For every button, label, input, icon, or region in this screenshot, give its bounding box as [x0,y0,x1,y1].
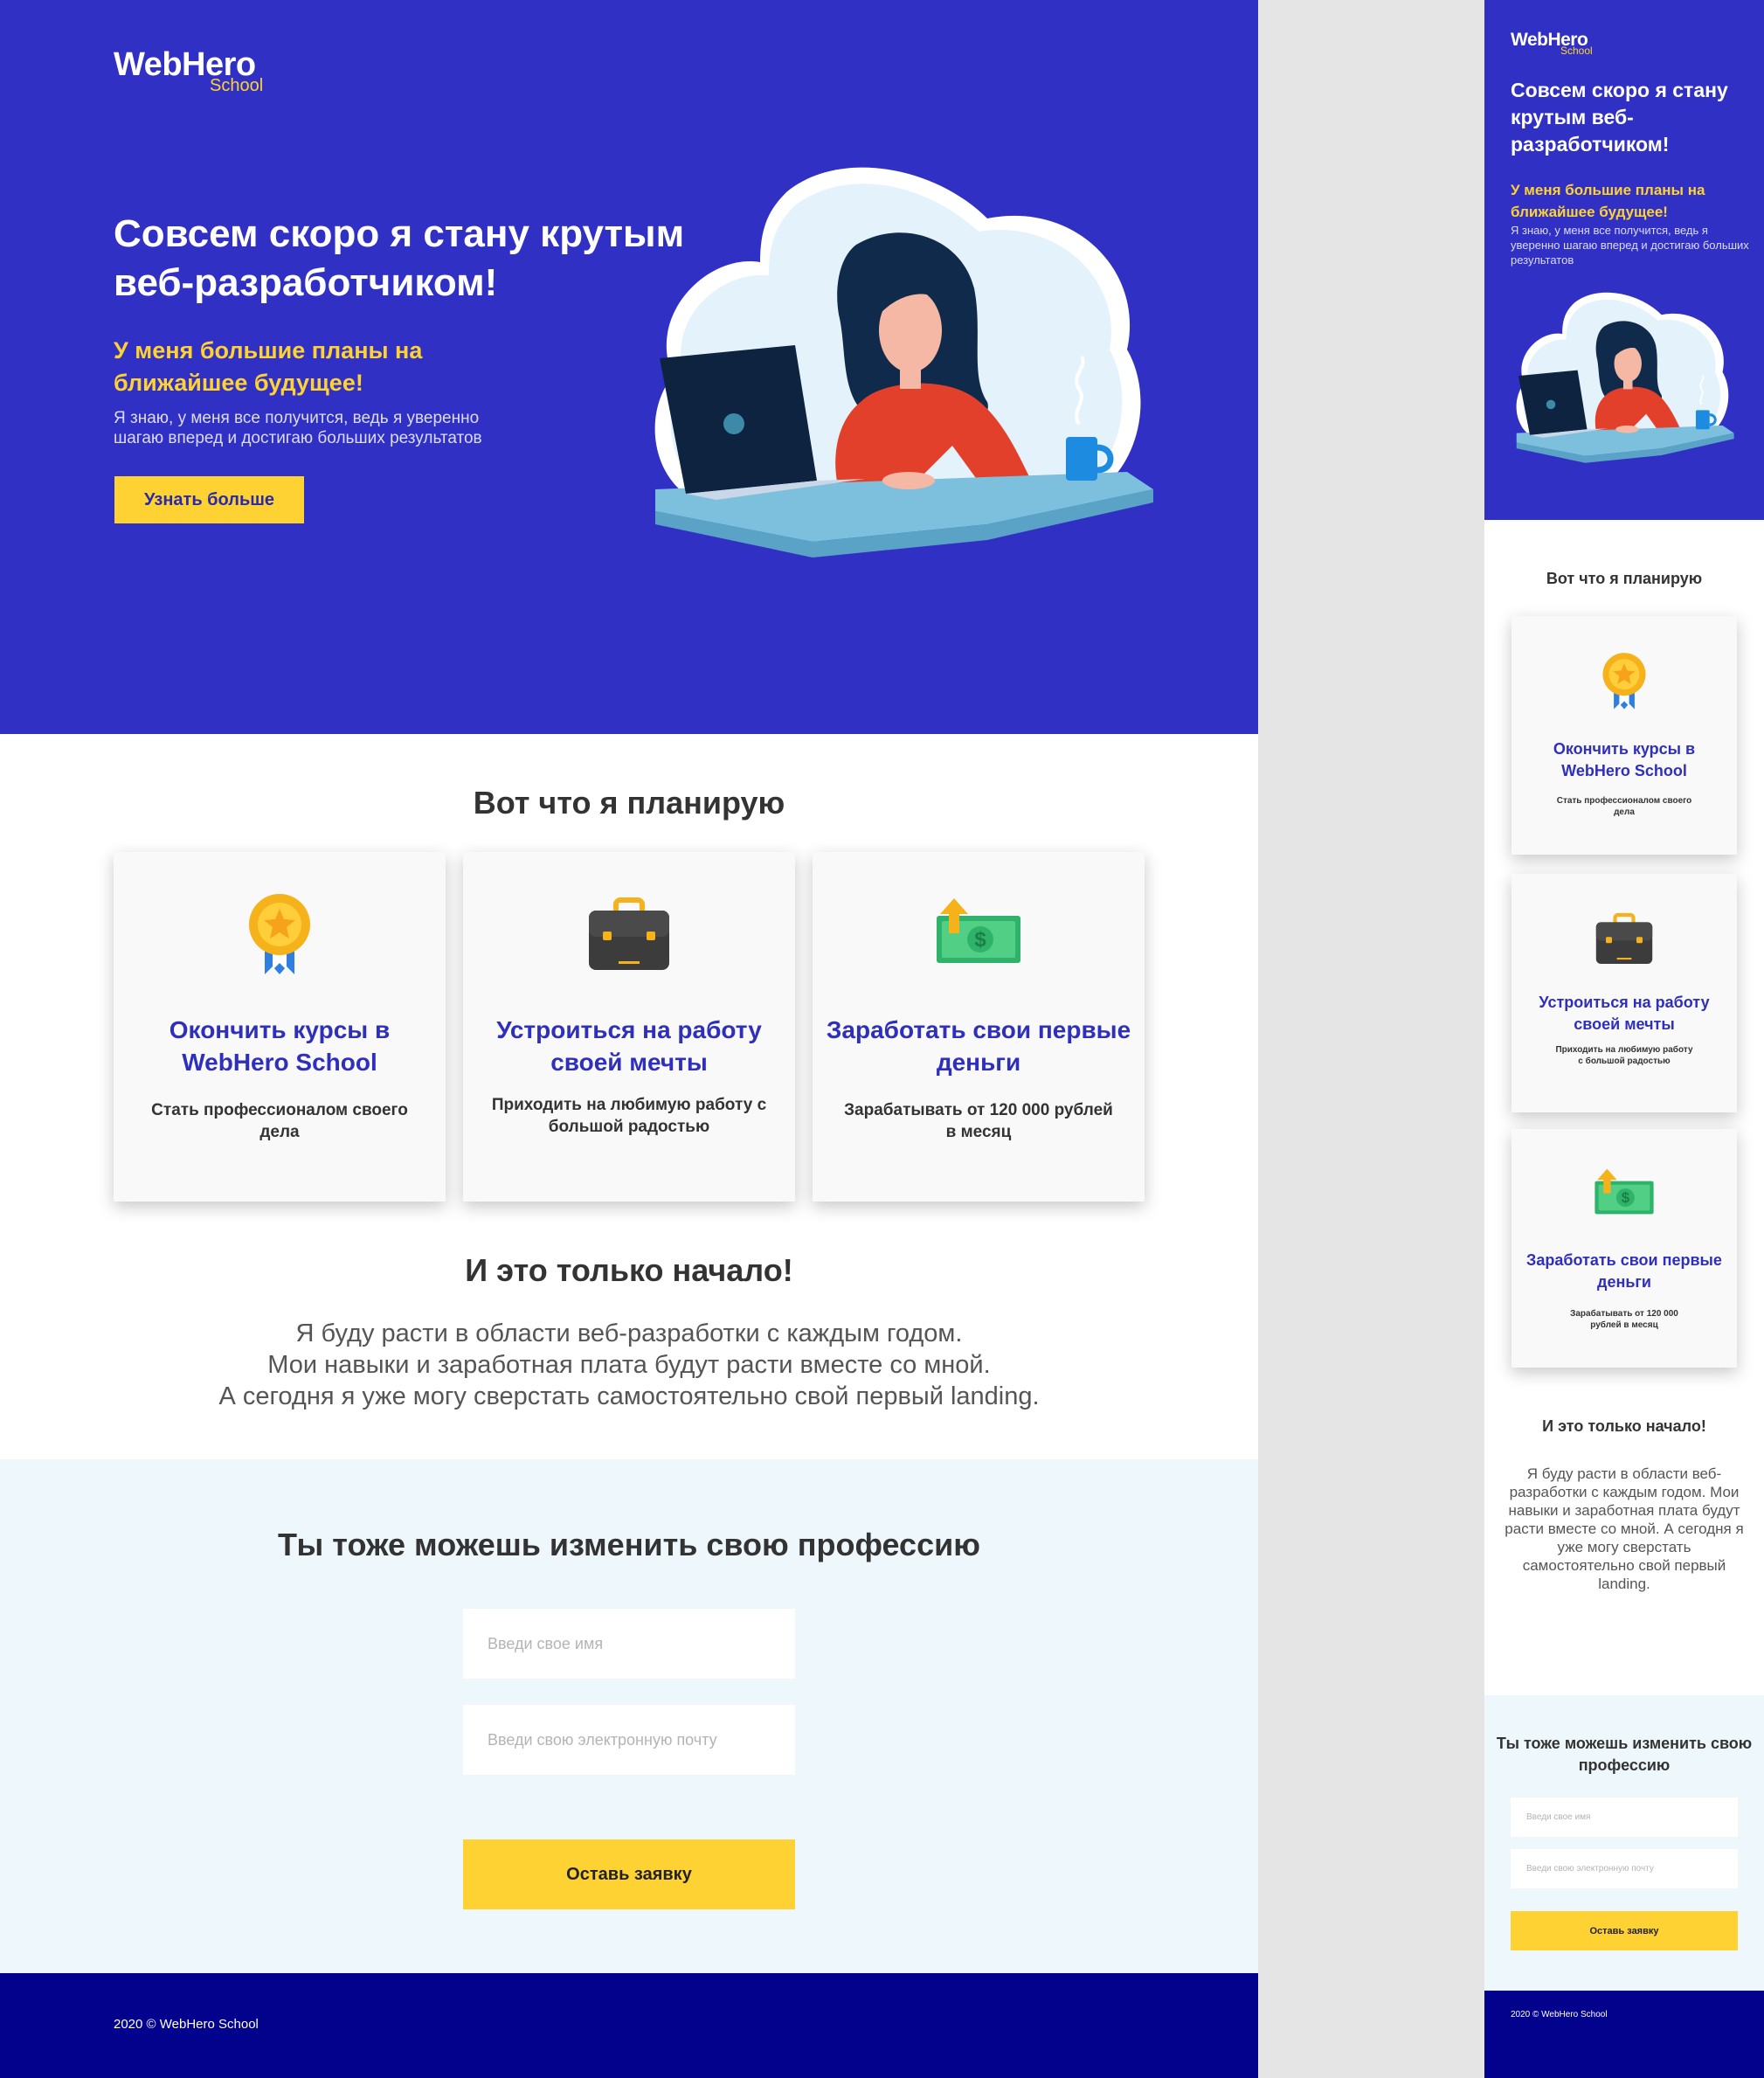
hero-text: Я знаю, у меня все получится, ведь я уве… [114,409,482,447]
plan-card: Устроиться на работу своей мечты Приходи… [1512,874,1737,1112]
footer-copyright: 2020 © WebHero School [114,2017,259,2032]
plan-card-title: Устроиться на работу своей мечты [496,1016,762,1076]
hero-subtitle: У меня большие планы на ближайшее будуще… [1511,182,1705,220]
plan-card-text: Приходить на любимую работу с большой ра… [491,1096,767,1136]
beginning-line: Я буду расти в области веб-разработки с … [295,1320,963,1347]
form-title: Ты тоже можешь изменить свою профессию [278,1527,980,1562]
plans-title: Вот что я планирую [1546,570,1703,587]
hero-title: Совсем скоро я стану крутым веб-разработ… [1511,79,1728,156]
money-icon [1594,1164,1655,1225]
beginning-text: Я буду расти в области веб-разработки с … [0,1318,1258,1412]
name-input[interactable] [463,1609,795,1679]
form-title: Ты тоже можешь изменить свою профессию [1496,1735,1753,1774]
beginning-title: И это только начало! [465,1252,793,1288]
medal-icon [236,891,323,979]
learn-more-button[interactable]: Узнать больше [114,476,304,523]
email-input[interactable] [1511,1849,1738,1888]
hero-subtitle: У меня большие планы на ближайшее будуще… [114,337,423,396]
plan-card: Заработать свои первые деньги Зарабатыва… [813,852,1145,1202]
plan-card-text: Зарабатывать от 120 000 рублей в месяц [844,1101,1113,1141]
name-input[interactable] [1511,1797,1738,1837]
desktop-layout: WebHero School Совсем скоро я стану крут… [0,0,1258,2078]
plan-card-title: Заработать свои первые деньги [1526,1251,1722,1291]
plans-title: Вот что я планирую [473,785,785,821]
submit-button[interactable]: Оставь заявку [463,1839,795,1909]
briefcase-icon [1594,909,1655,970]
medal-icon [1594,651,1655,712]
hero-illustration [1509,281,1738,478]
beginning-line: Мои навыки и заработная плата будут раст… [267,1351,991,1379]
plan-card: Устроиться на работу своей мечты Приходи… [463,852,795,1202]
plan-card-text: Зарабатывать от 120 000 рублей в месяц [1570,1309,1678,1330]
briefcase-icon [585,891,673,979]
submit-button[interactable]: Оставь заявку [1511,1911,1738,1950]
money-icon [935,891,1022,979]
logo-sub[interactable]: School [210,76,263,95]
beginning-title: И это только начало! [1542,1417,1706,1435]
plan-card-title: Окончить курсы в WebHero School [169,1016,391,1076]
hero-text: Я знаю, у меня все получится, ведь я уве… [1511,224,1749,267]
footer [1484,1991,1764,2078]
plan-card: Заработать свои первые деньги Зарабатыва… [1512,1129,1737,1368]
plan-card-text: Стать профессионалом своего дела [1556,796,1692,817]
hero-title: Совсем скоро я стану крутым веб-разработ… [114,212,685,304]
plan-card-title: Окончить курсы в WebHero School [1553,740,1696,779]
plan-card-title: Устроиться на работу своей мечты [1539,994,1710,1033]
plan-card-text: Стать профессионалом своего дела [151,1101,408,1141]
hero-illustration [638,157,1162,577]
plan-card: Окончить курсы в WebHero School Стать пр… [1512,616,1737,855]
plan-card-text: Приходить на любимую работу с большой ра… [1555,1045,1693,1066]
email-input[interactable] [463,1705,795,1775]
plan-card-title: Заработать свои первые деньги [826,1016,1131,1076]
beginning-line: Я буду расти в области веб-разработки с … [1509,1465,1722,1500]
logo-sub[interactable]: School [1560,45,1593,56]
footer-copyright: 2020 © WebHero School [1511,2010,1608,2019]
mobile-layout: WebHero School Совсем скоро я стану крут… [1484,0,1764,2078]
plan-card: Окончить курсы в WebHero School Стать пр… [114,852,446,1202]
beginning-text: Я буду расти в области веб-разработки с … [1502,1465,1747,1593]
beginning-line: А сегодня я уже могу сверстать самостоят… [218,1382,1040,1410]
